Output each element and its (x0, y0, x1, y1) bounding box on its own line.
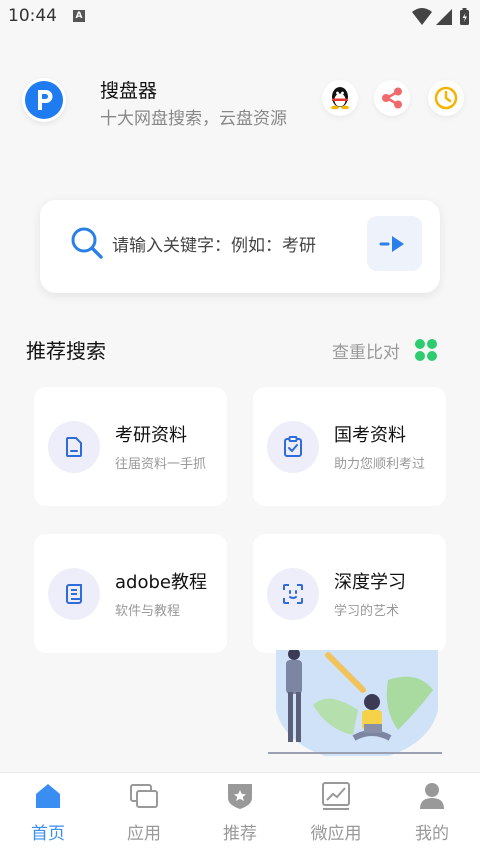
search-button[interactable] (367, 216, 422, 271)
search-input[interactable] (112, 230, 340, 262)
study-illustration (268, 648, 444, 761)
clover-icon[interactable] (414, 338, 438, 366)
card-icon-bg (267, 421, 319, 473)
card-title: 深度学习 (334, 572, 406, 593)
card-deep-learning[interactable]: 深度学习 学习的艺术 (253, 534, 446, 653)
nav-label: 首页 (31, 824, 65, 844)
card-icon-bg (48, 421, 100, 473)
bottom-nav: 首页 应用 推荐 微应用 我的 (0, 772, 480, 854)
nav-recommend[interactable]: 推荐 (192, 773, 288, 854)
nav-home[interactable]: 首页 (0, 773, 96, 854)
nav-apps[interactable]: 应用 (96, 773, 192, 854)
card-subtitle: 软件与教程 (115, 604, 181, 619)
face-scan-icon (283, 584, 303, 604)
nav-label: 推荐 (223, 824, 257, 844)
nav-mini-apps[interactable]: 微应用 (288, 773, 384, 854)
signal-icon (436, 9, 452, 25)
status-icons (412, 7, 470, 31)
clock-icon (434, 86, 458, 110)
card-title: adobe教程 (115, 572, 207, 593)
history-button[interactable] (428, 80, 464, 116)
send-arrow-icon (379, 236, 404, 252)
qq-button[interactable] (322, 80, 358, 116)
home-icon (36, 784, 60, 808)
qq-penguin-icon (331, 87, 349, 110)
card-kaoyan[interactable]: 考研资料 往届资料一手抓 (34, 387, 227, 506)
card-guokao[interactable]: 国考资料 助力您顺利考过 (253, 387, 446, 506)
badge-star-icon (228, 784, 252, 809)
apps-icon (130, 784, 158, 808)
scroll-icon (66, 584, 82, 604)
card-subtitle: 往届资料一手抓 (115, 457, 207, 472)
document-icon (66, 437, 82, 457)
app-logo (22, 78, 66, 122)
nav-profile[interactable]: 我的 (384, 773, 480, 854)
share-icon (382, 87, 402, 109)
chart-icon (322, 782, 350, 810)
wifi-icon (412, 8, 432, 25)
card-title: 考研资料 (115, 425, 187, 446)
app-subtitle: 十大网盘搜索，云盘资源 (100, 109, 287, 129)
card-subtitle: 助力您顺利考过 (334, 457, 426, 472)
status-time: 10:44 (8, 6, 57, 26)
app-title: 搜盘器 (100, 80, 158, 102)
compare-link[interactable]: 查重比对 (332, 338, 400, 363)
card-adobe[interactable]: adobe教程 软件与教程 (34, 534, 227, 653)
status-bar: 10:44 A (0, 0, 480, 34)
card-icon-bg (48, 568, 100, 620)
nav-label: 应用 (127, 824, 161, 844)
app-header: 搜盘器 十大网盘搜索，云盘资源 (0, 70, 480, 134)
clipboard-check-icon (284, 436, 302, 457)
share-button[interactable] (374, 80, 410, 116)
nav-label: 我的 (415, 824, 449, 844)
search-card (40, 200, 440, 293)
notification-a-icon: A (73, 10, 85, 22)
nav-label: 微应用 (310, 824, 362, 844)
card-subtitle: 学习的艺术 (334, 604, 400, 619)
card-icon-bg (267, 568, 319, 620)
user-icon (420, 783, 444, 809)
search-icon (70, 226, 104, 264)
section-title: 推荐搜索 (26, 339, 106, 363)
card-title: 国考资料 (334, 425, 406, 446)
battery-icon (460, 8, 469, 25)
